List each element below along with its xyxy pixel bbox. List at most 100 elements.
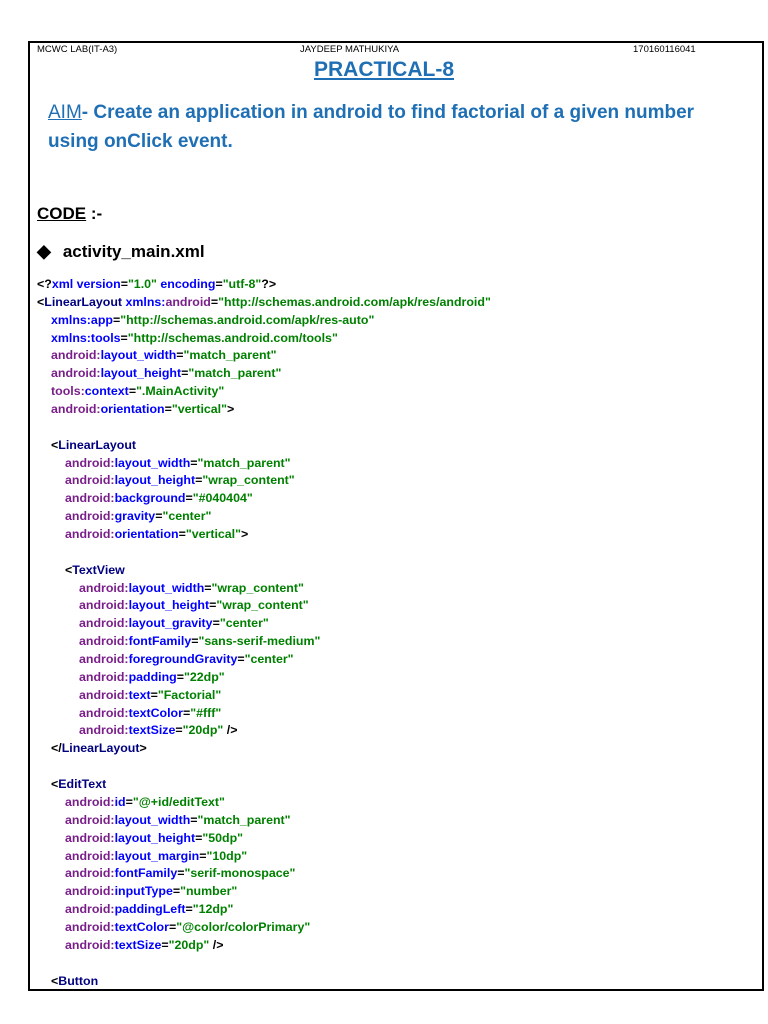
code-token: android: — [51, 348, 101, 363]
code-token: xmlns:app — [51, 312, 113, 327]
code-token: > — [241, 527, 249, 542]
code-token: "Factorial" — [157, 687, 222, 702]
code-token: android — [165, 294, 211, 309]
code-token: = — [190, 812, 198, 827]
code-line: android:layout_height="match_parent" — [37, 365, 491, 383]
code-token: android: — [65, 794, 115, 809]
code-token: "wrap_content" — [202, 473, 295, 488]
code-token: inputType — [114, 884, 173, 899]
code-token: android: — [65, 937, 115, 952]
code-line: android:background="#040404" — [37, 490, 491, 508]
code-token: paddingLeft — [114, 902, 186, 917]
code-line: android:layout_height="wrap_content" — [37, 597, 491, 615]
code-token: = — [172, 884, 181, 899]
code-line: </LinearLayout> — [37, 740, 491, 758]
code-token: "sans-serif-medium" — [198, 634, 321, 649]
header-student-name: JAYDEEP MATHUKIYA — [300, 44, 400, 55]
code-token: "22dp" — [184, 669, 225, 684]
code-token: = — [175, 723, 183, 738]
code-token: "match_parent" — [197, 455, 291, 470]
code-token: = — [215, 277, 223, 291]
code-token: = — [237, 652, 245, 667]
code-token: = — [176, 348, 184, 363]
code-line: xmlns:app="http://schemas.android.com/ap… — [37, 312, 491, 330]
code-line: android:text="Factorial" — [37, 687, 491, 705]
code-token: <? — [37, 277, 52, 291]
aim-text: - Create an application in android to fi… — [48, 102, 695, 152]
code-token: android: — [79, 580, 129, 595]
code-line: <Button — [37, 973, 491, 991]
code-token: background — [114, 491, 186, 506]
code-line: android:layout_height="wrap_content" — [37, 472, 491, 490]
code-token: tools: — [51, 384, 85, 399]
code-token: textSize — [114, 937, 162, 952]
code-token: TextView — [72, 562, 125, 577]
code-token: = — [128, 384, 137, 399]
code-token: context — [84, 384, 129, 399]
code-token: android: — [79, 598, 129, 613]
code-token: android: — [65, 455, 115, 470]
code-token: layout_width — [100, 348, 177, 363]
code-token: "vertical" — [171, 402, 227, 417]
code-token: textColor — [128, 705, 183, 720]
code-token: android: — [79, 687, 129, 702]
code-token: xmlns: — [125, 294, 166, 309]
code-token: android: — [79, 616, 129, 631]
code-token: "50dp" — [202, 830, 244, 845]
code-token: > — [227, 402, 235, 417]
code-token: "match_parent" — [188, 366, 282, 381]
code-token: = — [199, 848, 207, 863]
code-token: "@color/colorPrimary" — [176, 919, 311, 934]
code-token: orientation — [100, 402, 165, 417]
code-token: = — [176, 669, 184, 684]
code-token: layout_width — [114, 455, 191, 470]
code-line: <LinearLayout — [37, 437, 491, 455]
code-token: xmlns:tools — [51, 330, 121, 345]
code-token: "serif-monospace" — [184, 866, 296, 881]
code-token: android: — [51, 366, 101, 381]
code-token: layout_gravity — [128, 616, 213, 631]
code-token: "10dp" — [206, 848, 248, 863]
code-line: tools:context=".MainActivity" — [37, 383, 491, 401]
code-line: android:id="@+id/editText" — [37, 794, 491, 812]
code-token: text — [128, 687, 151, 702]
code-label: CODE — [37, 204, 87, 223]
code-line: android:foregroundGravity="center" — [37, 651, 491, 669]
code-line: <?xml version="1.0" encoding="utf-8"?> — [37, 276, 491, 294]
code-token: android: — [79, 723, 129, 738]
code-token: android: — [51, 402, 101, 417]
code-token: "http://schemas.android.com/apk/res-auto… — [120, 312, 375, 327]
code-token: layout_width — [114, 812, 191, 827]
code-line: android:inputType="number" — [37, 883, 491, 901]
code-token: "#040404" — [192, 491, 253, 506]
code-token: layout_height — [114, 473, 196, 488]
code-line: xmlns:tools="http://schemas.android.com/… — [37, 330, 491, 348]
code-token: android: — [65, 509, 115, 524]
code-token: orientation — [114, 527, 179, 542]
code-line: android:orientation="vertical"> — [37, 526, 491, 544]
code-line: <EditText — [37, 776, 491, 794]
code-token: = — [161, 937, 169, 952]
code-line: android:orientation="vertical"> — [37, 401, 491, 419]
code-token: EditText — [58, 777, 107, 792]
code-token: "1.0" — [127, 277, 157, 291]
code-token: "@+id/editText" — [132, 794, 225, 809]
code-token: android: — [79, 669, 129, 684]
code-token: fontFamily — [114, 866, 178, 881]
code-token: "wrap_content" — [216, 598, 309, 613]
code-token: = — [125, 794, 133, 809]
header-course: MCWC LAB(IT-A3) — [37, 44, 118, 55]
code-token: foregroundGravity — [128, 652, 238, 667]
code-token: = — [185, 902, 193, 917]
code-token: android: — [65, 830, 115, 845]
diamond-bullet-icon: ◆ — [37, 241, 51, 261]
code-token: "match_parent" — [183, 348, 277, 363]
code-heading-suffix: :- — [86, 204, 103, 223]
code-line: android:layout_width="match_parent" — [37, 347, 491, 365]
code-token: id — [114, 794, 126, 809]
code-token: textSize — [128, 723, 176, 738]
code-line: android:textColor="@color/colorPrimary" — [37, 919, 491, 937]
code-token: android: — [65, 919, 115, 934]
code-token: LinearLayout — [61, 741, 140, 756]
